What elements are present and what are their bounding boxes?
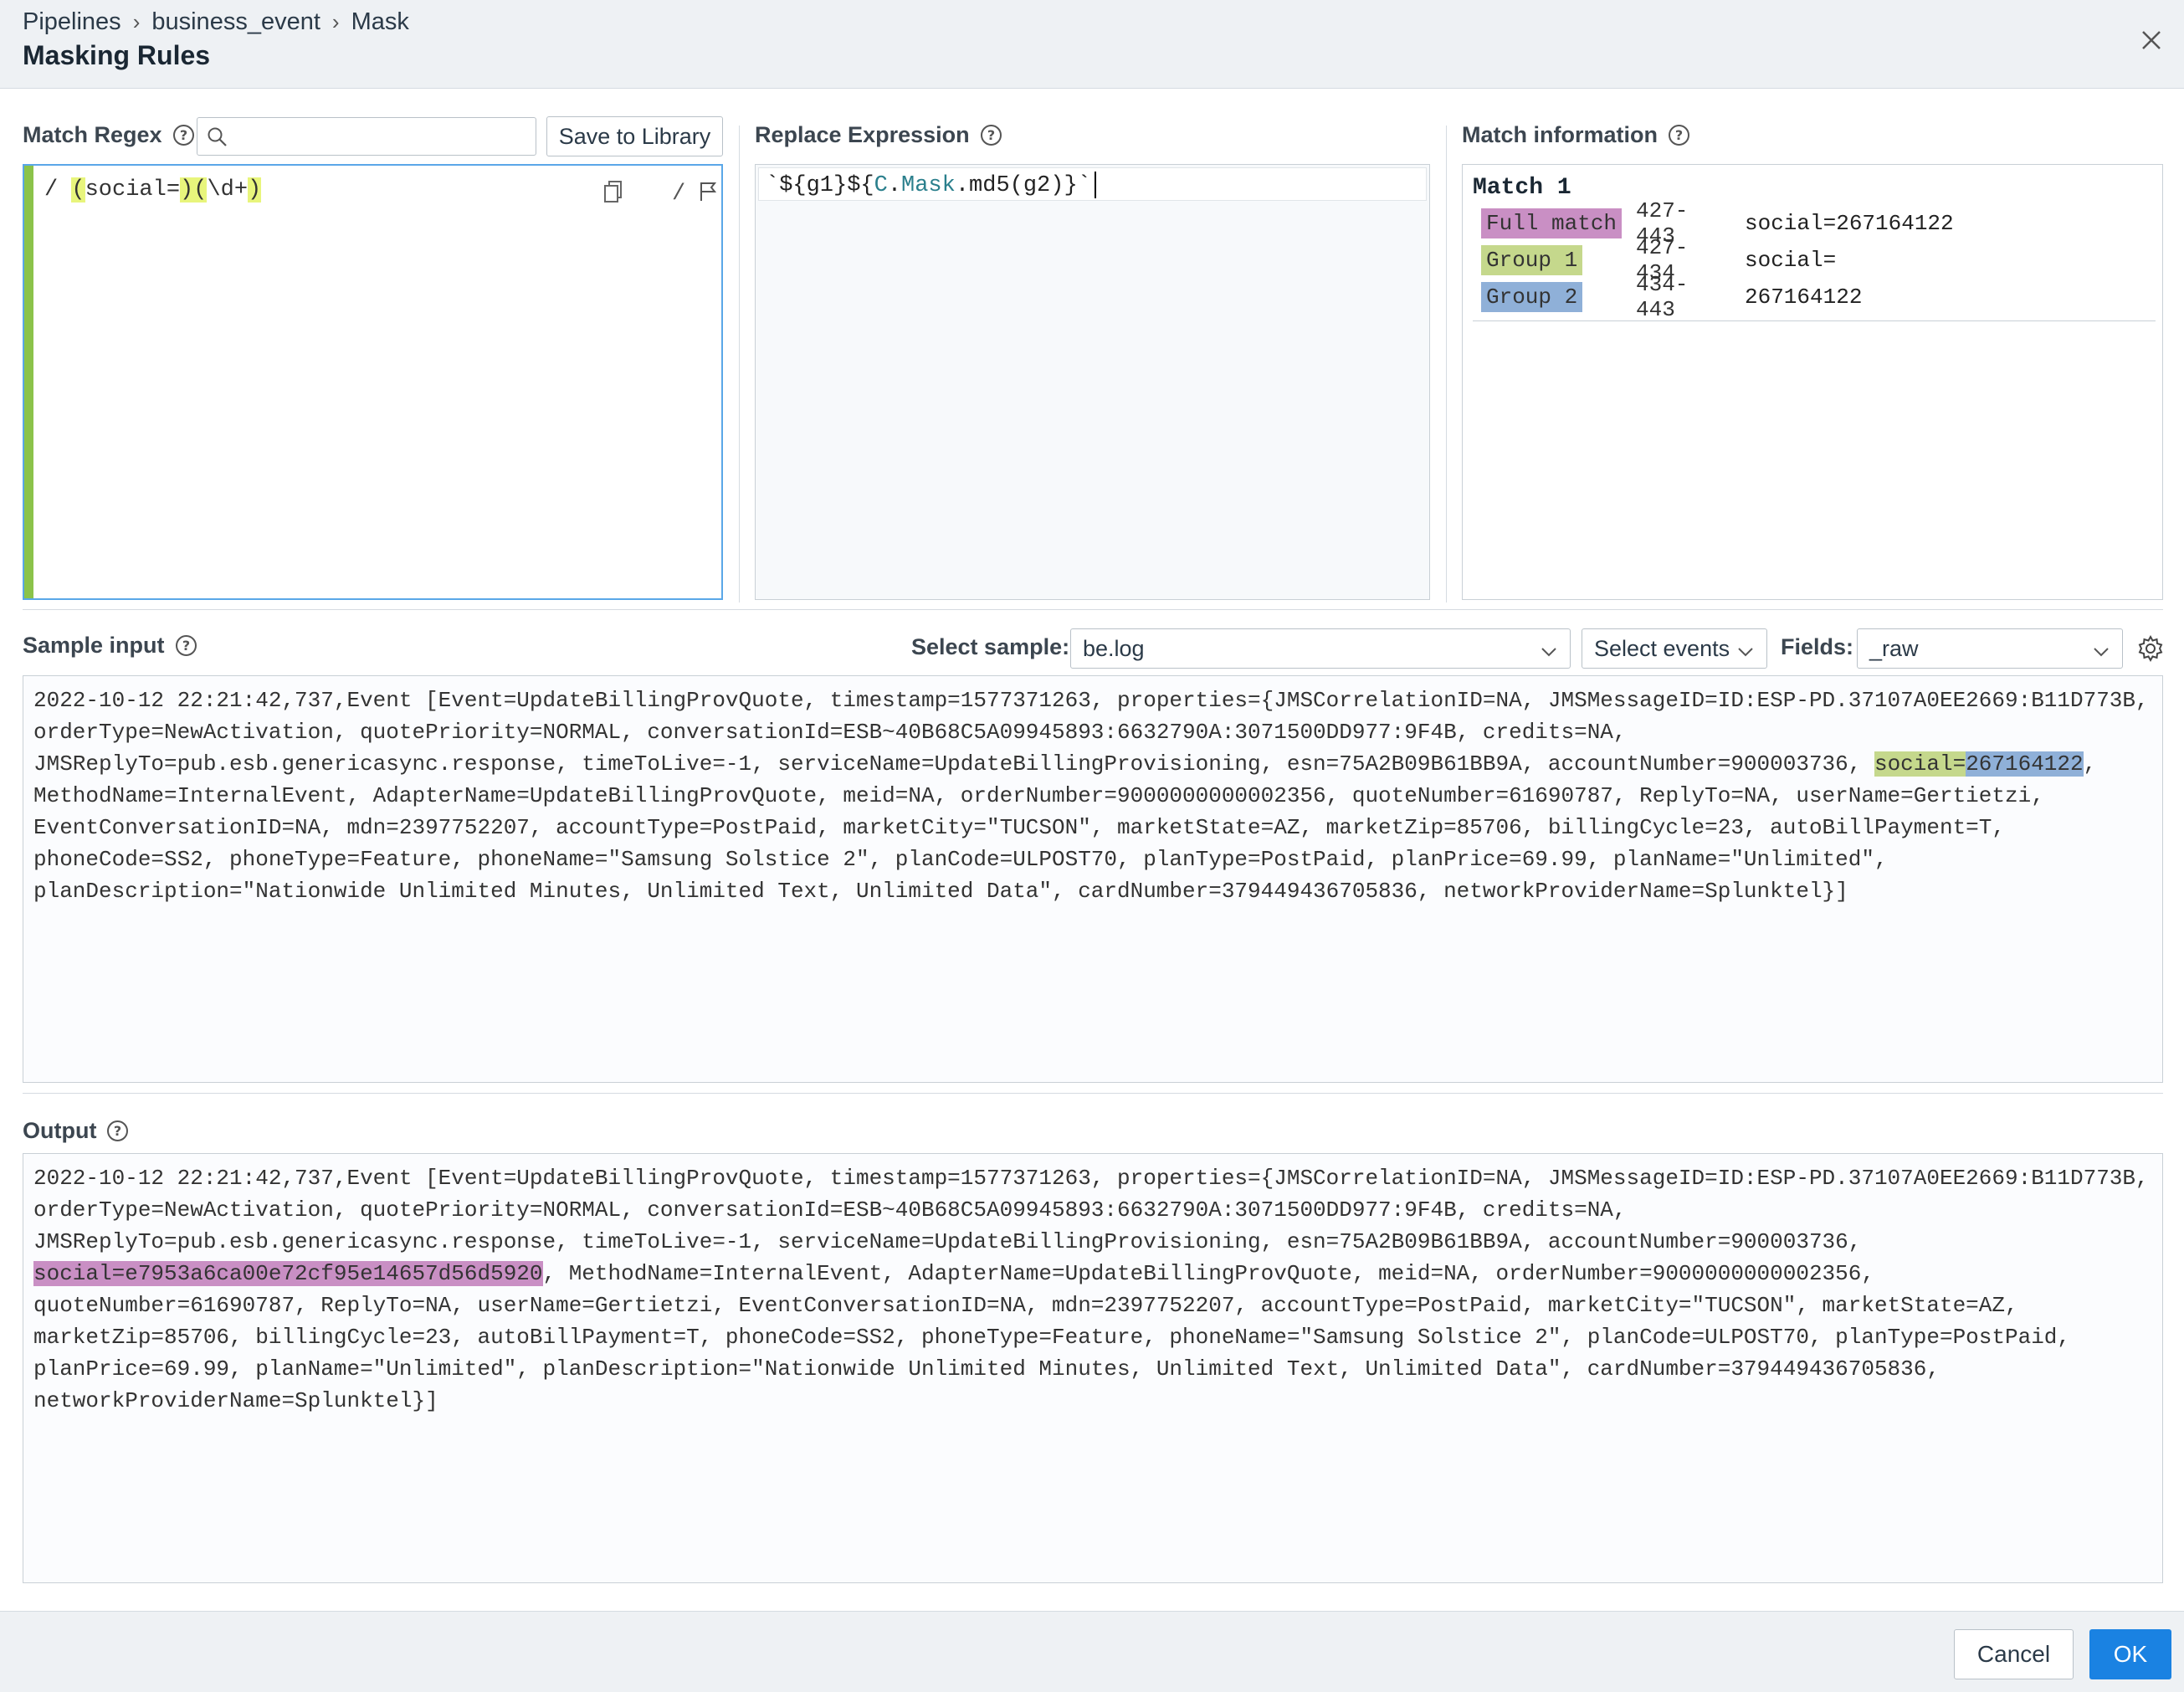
replace-editor[interactable]: `${g1}${C.Mask.md5(g2)}` [755,164,1430,600]
breadcrumb-business-event[interactable]: business_event [151,8,320,36]
match-row-full: Full match 427-443 social=267164122 [1481,198,1954,249]
breadcrumb-separator: › [331,9,340,34]
chevron-down-icon [1736,641,1755,659]
replace-line[interactable]: `${g1}${C.Mask.md5(g2)}` [758,167,1427,201]
ok-button[interactable]: OK [2089,1629,2171,1679]
dialog-footer [0,1611,2184,1692]
chevron-down-icon [2092,641,2110,659]
fields-dropdown[interactable]: _raw [1857,628,2123,669]
svg-text:?: ? [182,638,189,654]
match-row-group2: Group 2 434-443 267164122 [1481,272,1862,322]
help-icon[interactable]: ? [1668,124,1690,146]
replace-expression-label: Replace Expression ? [755,122,1002,148]
svg-text:?: ? [114,1123,121,1139]
match-divider [1473,320,2156,321]
match-tag: Group 2 [1481,282,1583,312]
copy-icon[interactable] [602,179,625,208]
breadcrumb-separator: › [132,9,141,34]
match-tag: Group 1 [1481,245,1583,275]
svg-text:?: ? [1675,127,1683,143]
search-icon [206,126,229,149]
select-sample-label: Select sample: [911,634,1070,659]
sample-input-label: Sample input ? [23,633,197,659]
cancel-button[interactable]: Cancel [1954,1629,2074,1679]
regex-editor[interactable]: / (social=)(\d+) / [23,164,723,600]
panel-divider [1446,126,1447,602]
regex-text[interactable]: / (social=)(\d+) [44,177,262,203]
page-title: Masking Rules [23,40,211,70]
match-tag: Full match [1481,208,1623,238]
select-sample-dropdown[interactable]: be.log [1070,628,1571,669]
match-information-label: Match information ? [1462,122,1690,148]
match-information-panel: Match 1 Full match 427-443 social=267164… [1462,164,2163,600]
breadcrumb: Pipelines › business_event › Mask [23,8,409,36]
help-icon[interactable]: ? [175,634,197,657]
svg-text:?: ? [179,127,187,143]
help-icon[interactable]: ? [172,124,195,146]
match-row-group1: Group 1 427-434 social= [1481,235,1836,285]
panel-divider [739,126,740,602]
replace-text[interactable]: `${g1}${C.Mask.md5(g2)}` [766,172,1096,198]
regex-search-box[interactable] [197,117,536,156]
regex-valid-bar [24,166,33,598]
svg-text:?: ? [987,127,994,143]
dialog-header: Pipelines › business_event › Mask Maskin… [0,0,2184,89]
close-icon[interactable] [2136,25,2166,55]
regex-icons: / [602,179,720,208]
gear-icon[interactable] [2136,634,2165,663]
match-value: social= [1745,248,1837,273]
regex-search-input[interactable] [234,121,527,151]
breadcrumb-mask: Mask [351,8,409,35]
help-icon[interactable]: ? [980,124,1002,146]
sample-input-area[interactable]: 2022-10-12 22:21:42,737,Event [Event=Upd… [23,675,2163,1083]
save-to-library-button[interactable]: Save to Library [546,116,723,156]
match-value: social=267164122 [1745,211,1954,236]
text-cursor [1094,172,1096,198]
chevron-down-icon [1540,641,1558,659]
match-range: 434-443 [1636,272,1689,322]
output-text: 2022-10-12 22:21:42,737,Event [Event=Upd… [33,1166,2149,1413]
output-label: Output ? [23,1118,129,1144]
help-icon[interactable]: ? [106,1120,129,1142]
output-area: 2022-10-12 22:21:42,737,Event [Event=Upd… [23,1153,2163,1583]
match-title: Match 1 [1473,175,1571,201]
flags-icon[interactable] [697,180,720,208]
section-divider [23,609,2163,610]
section-divider [23,1093,2163,1094]
fields-label: Fields: [1781,634,1854,659]
match-value: 267164122 [1745,285,1863,310]
sample-input-text[interactable]: 2022-10-12 22:21:42,737,Event [Event=Upd… [33,684,2149,907]
breadcrumb-pipelines[interactable]: Pipelines [23,8,121,36]
match-regex-label: Match Regex ? [23,122,195,148]
select-events-dropdown[interactable]: Select events [1582,628,1767,669]
